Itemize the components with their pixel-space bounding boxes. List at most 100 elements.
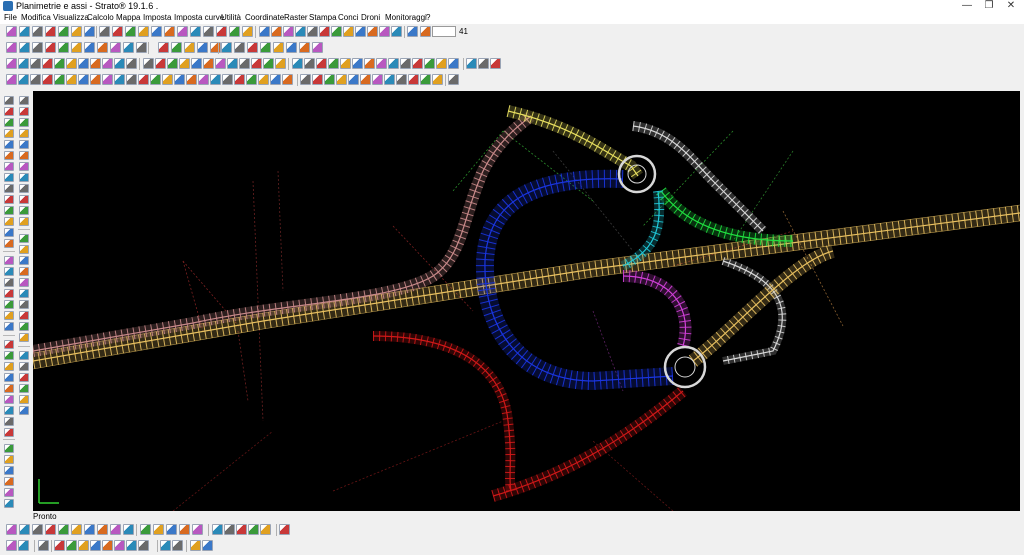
objects-toolbar-button-4[interactable] xyxy=(42,74,53,85)
curves-toolbar-button-28[interactable] xyxy=(340,58,351,69)
main-toolbar-button-21[interactable] xyxy=(271,26,282,37)
objects-toolbar-button-24[interactable] xyxy=(282,74,293,85)
left-vtoolbar-button-26[interactable] xyxy=(4,384,14,393)
menu-stampa[interactable]: Stampa xyxy=(309,12,337,24)
draw-toolbar-button-5[interactable] xyxy=(58,42,69,53)
right-vtoolbar-button-9[interactable] xyxy=(19,184,29,193)
tools-toolbar-button-12[interactable] xyxy=(160,540,171,551)
menu-conci[interactable]: Conci xyxy=(338,12,358,24)
draw-toolbar-button-21[interactable] xyxy=(273,42,284,53)
curves-toolbar-button-37[interactable] xyxy=(448,58,459,69)
left-vtoolbar-button-8[interactable] xyxy=(4,173,14,182)
objects-toolbar-button-30[interactable] xyxy=(360,74,371,85)
right-vtoolbar-button-14[interactable] xyxy=(19,245,29,254)
left-vtoolbar-button-28[interactable] xyxy=(4,406,14,415)
draw-toolbar-button-14[interactable] xyxy=(184,42,195,53)
curves-toolbar-button-40[interactable] xyxy=(490,58,501,69)
view-toolbar-button-12[interactable] xyxy=(153,524,164,535)
objects-toolbar-button-35[interactable] xyxy=(420,74,431,85)
view-toolbar-button-4[interactable] xyxy=(45,524,56,535)
view-toolbar-button-13[interactable] xyxy=(166,524,177,535)
objects-toolbar-button-28[interactable] xyxy=(336,74,347,85)
menu-coordinate[interactable]: Coordinate xyxy=(245,12,284,24)
left-vtoolbar-button-6[interactable] xyxy=(4,151,14,160)
tools-toolbar-button-1[interactable] xyxy=(6,540,17,551)
left-vtoolbar-button-25[interactable] xyxy=(4,373,14,382)
objects-toolbar-button-19[interactable] xyxy=(222,74,233,85)
draw-toolbar-button-11[interactable] xyxy=(136,42,147,53)
right-vtoolbar-button-24[interactable] xyxy=(19,362,29,371)
menu-help[interactable]: ? xyxy=(426,12,430,24)
menu-file[interactable]: File xyxy=(4,12,17,24)
left-vtoolbar-button-23[interactable] xyxy=(4,351,14,360)
main-toolbar-button-1[interactable] xyxy=(6,26,17,37)
right-vtoolbar-button-27[interactable] xyxy=(19,395,29,404)
draw-toolbar-button-4[interactable] xyxy=(45,42,56,53)
main-toolbar-button-23[interactable] xyxy=(295,26,306,37)
draw-toolbar-button-3[interactable] xyxy=(32,42,43,53)
curves-toolbar-button-21[interactable] xyxy=(251,58,262,69)
curves-toolbar-button-2[interactable] xyxy=(18,58,29,69)
left-vtoolbar-button-11[interactable] xyxy=(4,206,14,215)
view-toolbar-button-20[interactable] xyxy=(260,524,271,535)
objects-toolbar-button-7[interactable] xyxy=(78,74,89,85)
left-vtoolbar-button-14[interactable] xyxy=(4,239,14,248)
curves-toolbar-button-16[interactable] xyxy=(191,58,202,69)
left-vtoolbar-button-13[interactable] xyxy=(4,228,14,237)
main-toolbar-button-24[interactable] xyxy=(307,26,318,37)
right-vtoolbar-button-16[interactable] xyxy=(19,267,29,276)
objects-toolbar-button-12[interactable] xyxy=(138,74,149,85)
left-vtoolbar-button-35[interactable] xyxy=(4,488,14,497)
main-toolbar-button-32[interactable] xyxy=(407,26,418,37)
main-toolbar-button-20[interactable] xyxy=(259,26,270,37)
curves-toolbar-button-26[interactable] xyxy=(316,58,327,69)
close-button[interactable]: ✕ xyxy=(1000,0,1022,12)
view-toolbar-button-5[interactable] xyxy=(58,524,69,535)
right-vtoolbar-button-3[interactable] xyxy=(19,118,29,127)
left-vtoolbar-button-32[interactable] xyxy=(4,455,14,464)
objects-toolbar-button-6[interactable] xyxy=(66,74,77,85)
objects-toolbar-button-3[interactable] xyxy=(30,74,41,85)
menu-modifica[interactable]: Modifica xyxy=(21,12,51,24)
right-vtoolbar-button-23[interactable] xyxy=(19,351,29,360)
tools-toolbar-button-13[interactable] xyxy=(172,540,183,551)
objects-toolbar-button-18[interactable] xyxy=(210,74,221,85)
right-vtoolbar-button-10[interactable] xyxy=(19,195,29,204)
tools-toolbar-button-5[interactable] xyxy=(66,540,77,551)
curves-toolbar-button-1[interactable] xyxy=(6,58,17,69)
curves-toolbar-button-23[interactable] xyxy=(275,58,286,69)
objects-toolbar-button-21[interactable] xyxy=(246,74,257,85)
main-toolbar-button-9[interactable] xyxy=(112,26,123,37)
main-toolbar-button-28[interactable] xyxy=(355,26,366,37)
right-vtoolbar-button-17[interactable] xyxy=(19,278,29,287)
curves-toolbar-button-7[interactable] xyxy=(78,58,89,69)
draw-toolbar-button-9[interactable] xyxy=(110,42,121,53)
view-toolbar-button-9[interactable] xyxy=(110,524,121,535)
objects-toolbar-button-33[interactable] xyxy=(396,74,407,85)
left-vtoolbar-button-2[interactable] xyxy=(4,107,14,116)
left-vtoolbar-button-22[interactable] xyxy=(4,340,14,349)
tools-toolbar-button-9[interactable] xyxy=(114,540,125,551)
left-vtoolbar-button-10[interactable] xyxy=(4,195,14,204)
draw-toolbar-button-15[interactable] xyxy=(197,42,208,53)
left-vtoolbar-button-15[interactable] xyxy=(4,256,14,265)
curves-toolbar-button-32[interactable] xyxy=(388,58,399,69)
objects-toolbar-button-36[interactable] xyxy=(432,74,443,85)
right-vtoolbar-button-22[interactable] xyxy=(19,333,29,342)
left-vtoolbar-button-5[interactable] xyxy=(4,140,14,149)
right-vtoolbar-button-6[interactable] xyxy=(19,151,29,160)
objects-toolbar-button-8[interactable] xyxy=(90,74,101,85)
objects-toolbar-button-13[interactable] xyxy=(150,74,161,85)
draw-toolbar-button-6[interactable] xyxy=(71,42,82,53)
left-vtoolbar-button-9[interactable] xyxy=(4,184,14,193)
view-toolbar-button-17[interactable] xyxy=(224,524,235,535)
left-vtoolbar-button-12[interactable] xyxy=(4,217,14,226)
curves-toolbar-button-4[interactable] xyxy=(42,58,53,69)
draw-toolbar-button-2[interactable] xyxy=(19,42,30,53)
main-toolbar-button-13[interactable] xyxy=(164,26,175,37)
tools-toolbar-button-14[interactable] xyxy=(190,540,201,551)
draw-toolbar-button-19[interactable] xyxy=(247,42,258,53)
curves-toolbar-button-10[interactable] xyxy=(114,58,125,69)
right-vtoolbar-button-26[interactable] xyxy=(19,384,29,393)
view-toolbar-button-11[interactable] xyxy=(140,524,151,535)
